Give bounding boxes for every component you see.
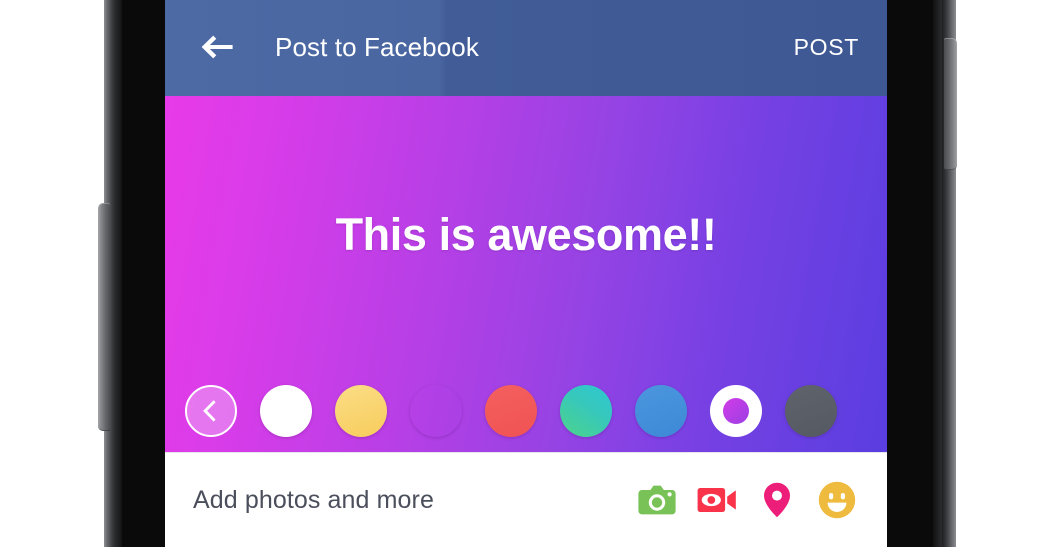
color-swatch-red[interactable]	[485, 385, 537, 437]
video-eye-icon	[697, 484, 737, 516]
power-button[interactable]	[944, 38, 957, 170]
color-swatch-yellow[interactable]	[335, 385, 387, 437]
color-swatch-blue[interactable]	[635, 385, 687, 437]
live-video-button[interactable]	[697, 480, 737, 520]
volume-button[interactable]	[98, 203, 110, 431]
color-swatch-teal[interactable]	[560, 385, 612, 437]
check-in-button[interactable]	[757, 480, 797, 520]
add-media-label: Add photos and more	[193, 486, 434, 515]
color-picker-strip[interactable]	[165, 370, 887, 452]
smiley-icon	[818, 481, 856, 519]
media-action-icons	[637, 480, 857, 520]
screenshot-stage: Post to Facebook POST This is awesome!!	[0, 0, 1044, 547]
arrow-left-icon	[200, 34, 234, 60]
chevron-left-icon	[201, 400, 221, 422]
camera-icon	[638, 483, 676, 517]
color-swatch-purple-selected[interactable]	[710, 385, 762, 437]
color-swatch-white[interactable]	[260, 385, 312, 437]
status-text-area[interactable]: This is awesome!!	[165, 96, 887, 374]
status-text[interactable]: This is awesome!!	[336, 209, 717, 261]
app-bar: Post to Facebook POST	[165, 0, 887, 96]
add-media-bar[interactable]: Add photos and more	[165, 453, 887, 547]
location-pin-icon	[763, 482, 791, 518]
phone-screen: Post to Facebook POST This is awesome!!	[165, 0, 887, 547]
color-swatch-orange[interactable]	[410, 385, 462, 437]
selected-swatch-fill	[723, 398, 749, 424]
phone-left-rim-inner	[115, 0, 122, 547]
back-button[interactable]	[193, 23, 241, 71]
color-picker-back-button[interactable]	[185, 385, 237, 437]
color-swatch-gray[interactable]	[785, 385, 837, 437]
phone-right-rim-inner	[933, 0, 942, 547]
page-title: Post to Facebook	[275, 32, 479, 63]
post-button[interactable]: POST	[792, 30, 861, 65]
feeling-button[interactable]	[817, 480, 857, 520]
photo-camera-button[interactable]	[637, 480, 677, 520]
status-composer[interactable]: This is awesome!!	[165, 96, 887, 452]
